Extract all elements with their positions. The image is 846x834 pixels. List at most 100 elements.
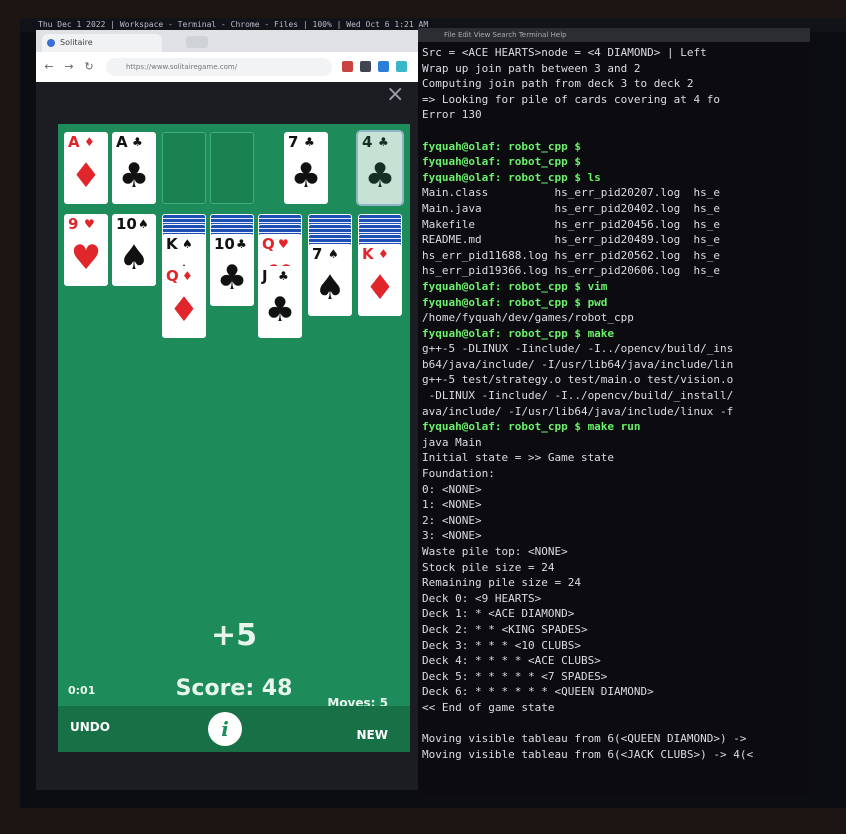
terminal-line: Src = <ACE HEARTS>node = <4 DIAMOND> | L… (422, 46, 707, 59)
bonus-points: +5 (210, 618, 257, 653)
terminal-line: Deck 4: * * * * <ACE CLUBS> (422, 654, 601, 668)
terminal-line: fyquah@olaf: robot_cpp $ vim (422, 279, 608, 293)
terminal-line: Computing join path from deck 3 to deck … (422, 77, 694, 91)
card-rank: Q (166, 267, 179, 285)
info-button[interactable]: i (208, 712, 242, 746)
terminal-line: fyquah@olaf: robot_cpp $ (422, 155, 581, 169)
terminal-line: Moving visible tableau from 6(<JACK CLUB… (422, 747, 754, 761)
empty-foundation-slot[interactable] (162, 132, 206, 204)
address-bar[interactable]: https://www.solitairegame.com/ (106, 58, 332, 76)
forward-arrow-icon[interactable]: → (62, 60, 76, 74)
terminal-line: /home/fyquah/dev/games/robot_cpp (422, 311, 634, 325)
favicon-icon (47, 39, 55, 47)
card-suit: ♦ (364, 268, 396, 308)
terminal-line: Deck 3: * * * <10 CLUBS> (422, 638, 581, 652)
terminal-line: 2: <NONE> (422, 513, 482, 527)
stock-pile[interactable]: 4 ♣ ♣ (358, 132, 402, 204)
foundation-card[interactable]: A ♦ ♦ (64, 132, 108, 204)
card-suit: ♥ (70, 238, 102, 278)
tableau-card[interactable]: J ♣ ♣ (258, 266, 302, 338)
card-suit: ♦ (168, 290, 200, 330)
terminal-output[interactable]: Src = <ACE HEARTS>node = <4 DIAMOND> | L… (418, 42, 810, 762)
terminal-line: java Main (422, 435, 482, 449)
terminal-line: Deck 6: * * * * * * <QUEEN DIAMOND> (422, 685, 654, 699)
terminal-window: File Edit View Search Terminal Help Src … (418, 28, 810, 796)
solitaire-board: +5 0:01 Score: 48 Moves: 5 UNDO i NEW A ♦… (58, 124, 410, 752)
extension-icon[interactable] (396, 61, 407, 72)
extension-icon[interactable] (360, 61, 371, 72)
terminal-line: Wrap up join path between 3 and 2 (422, 61, 641, 75)
terminal-line: 3: <NONE> (422, 529, 482, 543)
reload-icon[interactable]: ↻ (82, 60, 96, 74)
card-suit-small: ♣ (304, 135, 315, 149)
tableau-card[interactable]: 10 ♣ ♣ (210, 234, 254, 306)
card-suit-small: ♦ (84, 135, 95, 149)
waste-card[interactable]: 7 ♣ ♣ (284, 132, 328, 204)
browser-tab[interactable]: Solitaire (42, 34, 162, 52)
card-rank: 10 (214, 235, 235, 253)
terminal-line: Deck 1: * <ACE DIAMOND> (422, 607, 575, 621)
terminal-line: Deck 2: * * <KING SPADES> (422, 622, 588, 636)
card-suit-small: ♣ (132, 135, 143, 149)
card-rank: A (116, 133, 128, 151)
terminal-line: g++-5 -DLINUX -Iinclude/ -I../opencv/bui… (422, 342, 734, 356)
card-suit-small: ♦ (378, 247, 389, 261)
terminal-line: Error 130 (422, 108, 482, 122)
foundation-card[interactable]: A ♣ ♣ (112, 132, 156, 204)
card-suit: ♣ (364, 156, 396, 196)
terminal-line: fyquah@olaf: robot_cpp $ (422, 139, 581, 153)
card-suit-small: ♣ (278, 269, 289, 283)
terminal-line: << End of game state (422, 700, 555, 714)
card-rank: K (362, 245, 374, 263)
terminal-line: ava/include/ -I/usr/lib64/java/include/l… (422, 404, 734, 418)
terminal-line: hs_err_pid19366.log hs_err_pid20606.log … (422, 264, 721, 278)
terminal-line: Stock pile size = 24 (422, 560, 555, 574)
card-rank: 10 (116, 215, 137, 233)
new-game-button[interactable]: NEW (357, 728, 388, 742)
card-suit: ♣ (264, 290, 296, 330)
card-suit: ♣ (118, 156, 150, 196)
card-rank: A (68, 133, 80, 151)
terminal-line: Makefile hs_err_pid20456.log hs_e (422, 217, 721, 231)
terminal-line: b64/java/include/ -I/usr/lib64/java/incl… (422, 357, 734, 371)
terminal-line: Moving visible tableau from 6(<QUEEN DIA… (422, 732, 747, 746)
card-suit-small: ♣ (378, 135, 389, 149)
terminal-line: fyquah@olaf: robot_cpp $ pwd (422, 295, 608, 309)
extension-icon[interactable] (342, 61, 353, 72)
terminal-line: => Looking for pile of cards covering at… (422, 92, 721, 106)
tab-strip: Solitaire (36, 30, 432, 52)
game-controls-bar: UNDO i NEW (58, 706, 410, 752)
browser-toolbar: ← → ↻ https://www.solitairegame.com/ ⋮ (36, 52, 432, 83)
tableau-card[interactable]: Q ♦ ♦ (162, 266, 206, 338)
terminal-line: Initial state = >> Game state (422, 451, 615, 465)
terminal-line: Remaining pile size = 24 (422, 576, 581, 590)
card-suit-small: ♣ (236, 237, 247, 251)
card-suit-small: ♠ (328, 247, 339, 261)
terminal-line: Deck 0: <9 HEARTS> (422, 591, 542, 605)
tableau-card[interactable]: 7 ♠ ♠ (308, 244, 352, 316)
tab-title: Solitaire (60, 38, 93, 47)
undo-button[interactable]: UNDO (70, 720, 110, 734)
close-icon[interactable]: × (386, 84, 404, 106)
tableau-card[interactable]: 9 ♥ ♥ (64, 214, 108, 286)
card-suit-small: ♥ (278, 237, 289, 251)
terminal-line: Foundation: (422, 467, 495, 481)
terminal-line: README.md hs_err_pid20489.log hs_e (422, 233, 721, 247)
terminal-line: -DLINUX -Iinclude/ -I../opencv/build/_in… (422, 389, 734, 403)
card-suit: ♣ (290, 156, 322, 196)
tableau-card[interactable]: 10 ♠ ♠ (112, 214, 156, 286)
card-rank: Q (262, 235, 275, 253)
terminal-menu-bar: File Edit View Search Terminal Help (418, 28, 810, 42)
terminal-line: Waste pile top: <NONE> (422, 545, 568, 558)
card-suit: ♦ (70, 156, 102, 196)
tableau-card[interactable]: K ♦ ♦ (358, 244, 402, 316)
card-rank: K (166, 235, 178, 253)
card-suit-small: ♠ (182, 237, 193, 251)
terminal-line: Main.java hs_err_pid20402.log hs_e (422, 201, 721, 215)
extension-icon[interactable] (378, 61, 389, 72)
empty-foundation-slot[interactable] (210, 132, 254, 204)
back-arrow-icon[interactable]: ← (42, 60, 56, 74)
new-tab-button[interactable] (186, 36, 208, 48)
